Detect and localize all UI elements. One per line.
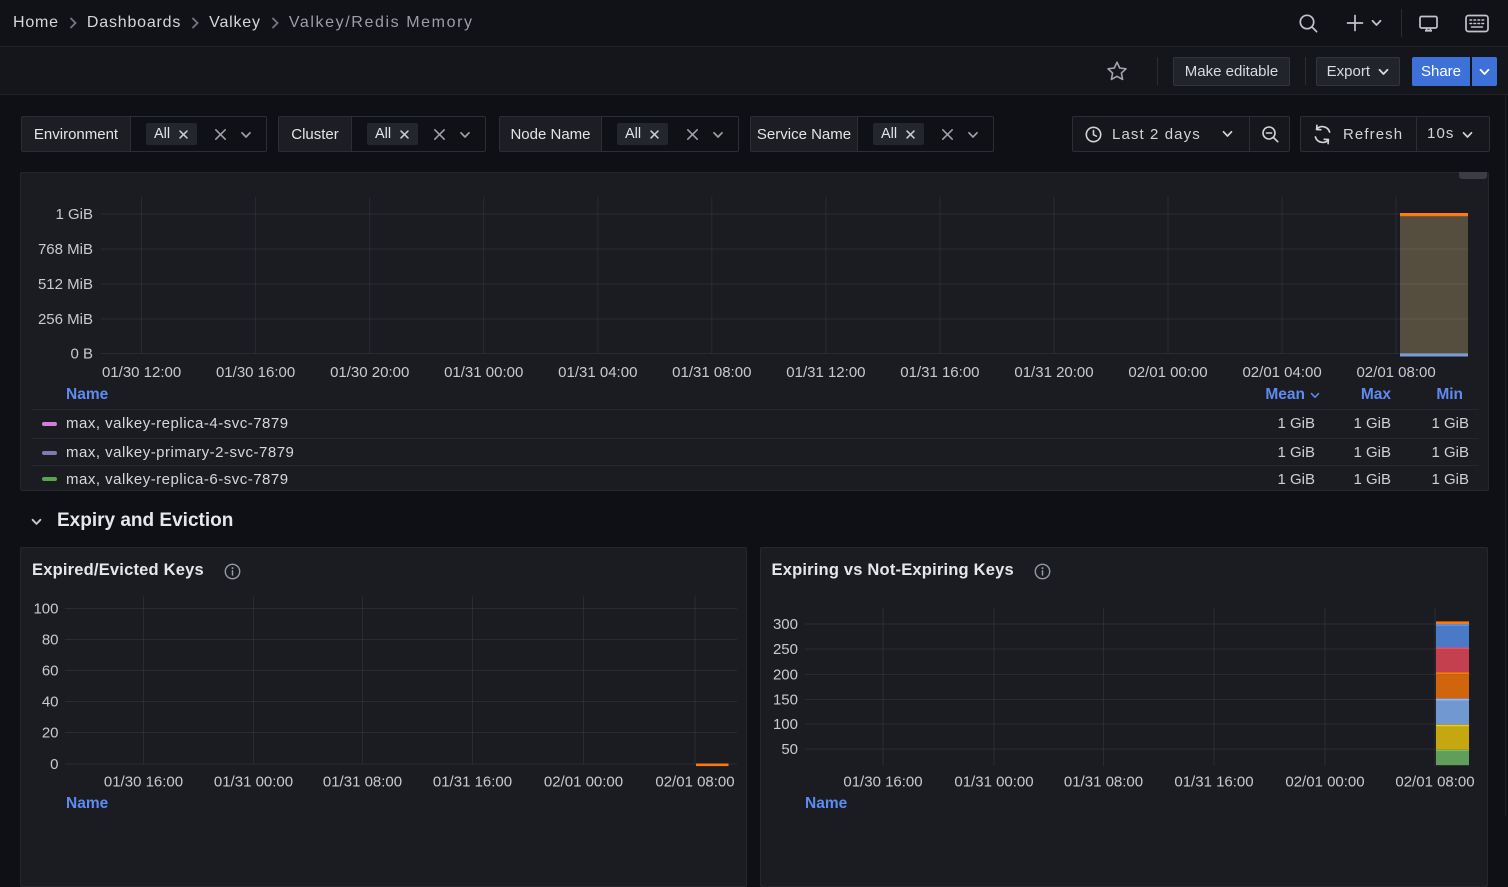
svg-text:1 GiB: 1 GiB (55, 206, 93, 223)
svg-text:01/31 08:00: 01/31 08:00 (672, 364, 751, 381)
svg-text:02/01 00:00: 02/01 00:00 (1285, 774, 1364, 791)
svg-text:02/01 08:00: 02/01 08:00 (1395, 774, 1474, 791)
svg-text:01/30 12:00: 01/30 12:00 (102, 364, 181, 381)
svg-text:01/30 16:00: 01/30 16:00 (104, 774, 183, 791)
svg-text:200: 200 (773, 667, 798, 684)
svg-text:02/01 08:00: 02/01 08:00 (655, 774, 734, 791)
svg-text:80: 80 (42, 632, 59, 649)
svg-text:50: 50 (781, 741, 798, 758)
svg-text:512 MiB: 512 MiB (38, 276, 93, 293)
svg-text:02/01 04:00: 02/01 04:00 (1242, 364, 1321, 381)
svg-text:01/30 16:00: 01/30 16:00 (843, 774, 922, 791)
svg-text:768 MiB: 768 MiB (38, 241, 93, 258)
svg-text:01/31 12:00: 01/31 12:00 (786, 364, 865, 381)
svg-text:01/30 20:00: 01/30 20:00 (330, 364, 409, 381)
svg-text:300: 300 (773, 616, 798, 633)
svg-text:01/31 16:00: 01/31 16:00 (1174, 774, 1253, 791)
svg-text:01/30 16:00: 01/30 16:00 (216, 364, 295, 381)
svg-text:01/31 00:00: 01/31 00:00 (444, 364, 523, 381)
svg-text:02/01 00:00: 02/01 00:00 (1128, 364, 1207, 381)
svg-text:01/31 20:00: 01/31 20:00 (1014, 364, 1093, 381)
svg-text:150: 150 (773, 692, 798, 709)
svg-text:02/01 00:00: 02/01 00:00 (544, 774, 623, 791)
svg-text:60: 60 (42, 663, 59, 680)
svg-text:40: 40 (42, 694, 59, 711)
svg-text:01/31 00:00: 01/31 00:00 (954, 774, 1033, 791)
svg-text:100: 100 (773, 716, 798, 733)
svg-text:0 B: 0 B (70, 346, 93, 363)
svg-text:0: 0 (50, 756, 58, 773)
svg-text:02/01 08:00: 02/01 08:00 (1356, 364, 1435, 381)
svg-text:01/31 16:00: 01/31 16:00 (433, 774, 512, 791)
svg-text:01/31 00:00: 01/31 00:00 (214, 774, 293, 791)
svg-text:100: 100 (33, 601, 58, 618)
svg-text:250: 250 (773, 641, 798, 658)
svg-text:01/31 04:00: 01/31 04:00 (558, 364, 637, 381)
svg-text:256 MiB: 256 MiB (38, 311, 93, 328)
svg-text:01/31 16:00: 01/31 16:00 (900, 364, 979, 381)
svg-text:01/31 08:00: 01/31 08:00 (1064, 774, 1143, 791)
svg-text:20: 20 (42, 725, 59, 742)
svg-text:01/31 08:00: 01/31 08:00 (323, 774, 402, 791)
